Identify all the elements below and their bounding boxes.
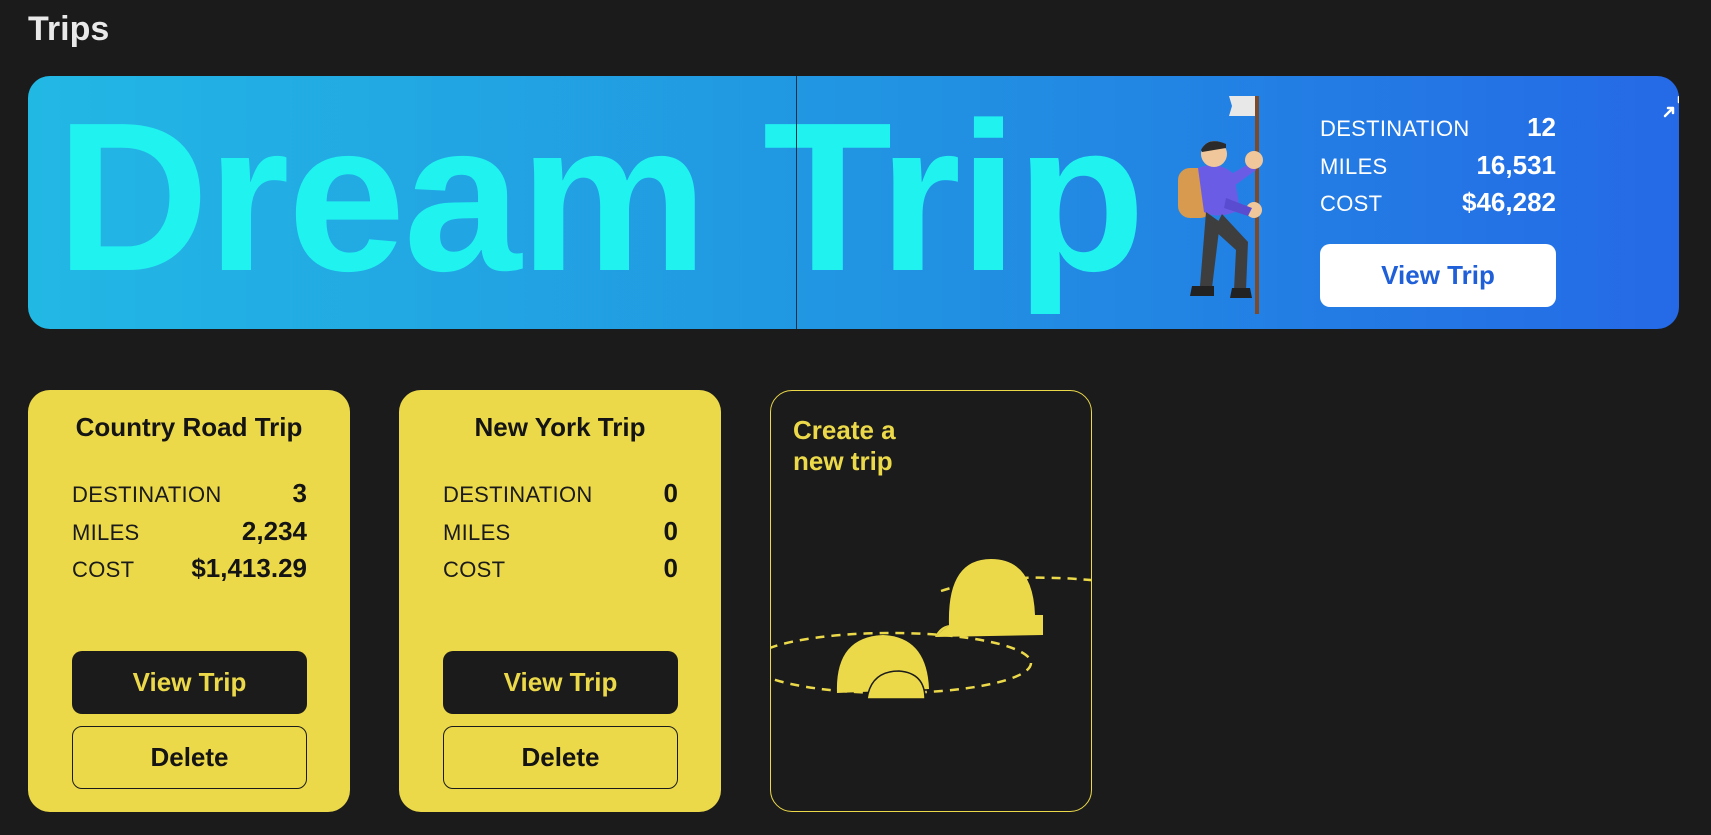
stat-label: MILES [72, 519, 140, 545]
create-trip-label: Create a new trip [793, 415, 896, 476]
stat-label: COST [72, 557, 135, 582]
view-trip-button[interactable]: View Trip [443, 651, 678, 714]
collapse-arrows-icon[interactable] [1661, 90, 1679, 120]
delete-trip-button[interactable]: Delete [443, 726, 678, 789]
trip-card: Country Road Trip DESTINATION 3 MILES 2,… [28, 390, 350, 812]
trip-card: New York Trip DESTINATION 0 MILES 0 COST… [399, 390, 721, 812]
trip-stat-miles: MILES 2,234 [72, 516, 307, 554]
stat-label: DESTINATION [443, 482, 593, 507]
stat-label: COST [1320, 191, 1383, 216]
stat-value: 3 [292, 478, 307, 508]
delete-trip-button[interactable]: Delete [72, 726, 307, 789]
trip-stat-destination: DESTINATION 3 [72, 478, 307, 516]
stat-label: DESTINATION [1320, 116, 1470, 141]
hero-title: Dream Trip [56, 78, 1146, 315]
hero-stat-miles: MILES 16,531 [1320, 150, 1556, 188]
trip-card-stats: DESTINATION 0 MILES 0 COST 0 [443, 478, 678, 591]
hiker-illustration [1178, 96, 1263, 314]
stat-value: $46,282 [1462, 187, 1556, 217]
hero-view-trip-button[interactable]: View Trip [1320, 244, 1556, 307]
trip-stat-destination: DESTINATION 0 [443, 478, 678, 516]
hero-stat-destination: DESTINATION 12 [1320, 112, 1556, 150]
stat-label: MILES [443, 519, 511, 545]
trip-stat-miles: MILES 0 [443, 516, 678, 554]
stat-label: COST [443, 557, 506, 582]
trip-card-title: Country Road Trip [75, 412, 303, 442]
stat-value: 2,234 [241, 515, 307, 546]
hero-stats: DESTINATION 12 MILES 16,531 COST $46,282 [1320, 112, 1556, 225]
create-trip-card[interactable]: Create a new trip [770, 390, 1092, 812]
hero-stat-cost: COST $46,282 [1320, 187, 1556, 225]
tent-camp-icon [771, 559, 1091, 700]
trip-card-title: New York Trip [474, 412, 646, 442]
stat-label: MILES [1320, 153, 1388, 179]
trip-stat-cost: COST $1,413.29 [72, 553, 307, 591]
stat-value: 12 [1527, 112, 1556, 142]
stat-value: 16,531 [1476, 149, 1556, 180]
trip-card-stats: DESTINATION 3 MILES 2,234 COST $1,413.29 [72, 478, 307, 591]
dream-trip-banner: Dream Trip DESTINATION 12 MILES 16,531 C… [28, 76, 1679, 329]
stat-value: 0 [663, 515, 678, 546]
trip-stat-cost: COST 0 [443, 553, 678, 591]
stat-value: 0 [663, 478, 678, 508]
stat-label: DESTINATION [72, 482, 222, 507]
stat-value: $1,413.29 [191, 553, 307, 583]
view-trip-button[interactable]: View Trip [72, 651, 307, 714]
banner-divider [796, 76, 797, 329]
page-title: Trips [28, 10, 110, 48]
stat-value: 0 [663, 553, 678, 583]
